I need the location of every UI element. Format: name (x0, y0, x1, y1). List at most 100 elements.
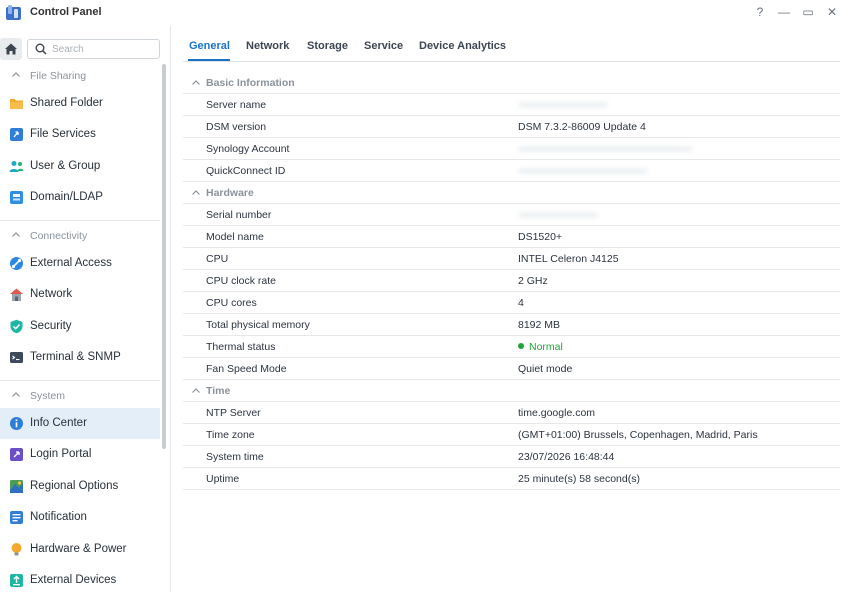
terminal-icon (10, 352, 23, 363)
table-row: CPU INTEL Celeron J4125 (183, 248, 840, 270)
search-box[interactable] (27, 39, 160, 59)
row-value: 23/07/2026 16:48:44 (518, 451, 615, 463)
domain-ldap-icon (10, 191, 23, 204)
table-row: System time 23/07/2026 16:48:44 (183, 446, 840, 468)
row-label: CPU cores (206, 297, 257, 309)
home-icon (5, 43, 17, 55)
sidebar-item-label: Shared Folder (30, 97, 103, 109)
search-input[interactable] (52, 42, 152, 56)
sidebar-item-label: Security (30, 320, 72, 332)
sidebar-item-label: External Devices (30, 574, 117, 586)
table-row: Time zone (GMT+01:00) Brussels, Copenhag… (183, 424, 840, 446)
row-value: 8192 MB (518, 319, 561, 331)
section-connectivity[interactable]: Connectivity (0, 226, 160, 246)
table-row: NTP Server time.google.com (183, 402, 840, 424)
chevron-up-icon (192, 190, 200, 195)
table-row: Total physical memory 8192 MB (183, 314, 840, 336)
row-label: System time (206, 451, 264, 463)
sidebar-item-terminal-snmp[interactable]: Terminal & SNMP (0, 342, 160, 373)
sidebar-item-label: External Access (30, 257, 112, 269)
row-value: 25 minute(s) 58 second(s) (518, 473, 640, 485)
title-bar: Control Panel ? — ▭ ✕ (0, 0, 850, 26)
table-row: Fan Speed Mode Quiet mode (183, 358, 840, 380)
user-group-icon (9, 161, 24, 172)
row-label: DSM version (206, 121, 267, 133)
close-icon[interactable]: ✕ (823, 4, 841, 20)
row-label: QuickConnect ID (206, 165, 286, 177)
chevron-up-icon (12, 392, 20, 397)
help-icon[interactable]: ? (751, 4, 769, 20)
row-label: Total physical memory (206, 319, 310, 331)
row-value: INTEL Celeron J4125 (518, 253, 619, 265)
section-file-sharing[interactable]: File Sharing (0, 66, 160, 86)
row-value: DSM 7.3.2-86009 Update 4 (518, 121, 646, 133)
chevron-up-icon (192, 80, 200, 85)
maximize-icon[interactable]: ▭ (799, 4, 817, 20)
status-dot-icon (518, 343, 524, 349)
sidebar-item-label: Regional Options (30, 480, 119, 492)
group-header-hardware[interactable]: Hardware (183, 182, 840, 204)
row-label: Server name (206, 99, 267, 111)
group-header-basic-information[interactable]: Basic Information (183, 72, 840, 94)
section-divider (0, 380, 160, 381)
redacted-value (518, 212, 598, 218)
sidebar-item-network[interactable]: Network (0, 279, 160, 310)
section-label: Connectivity (30, 230, 88, 242)
tab-device-analytics[interactable]: Device Analytics (419, 40, 506, 52)
tab-general[interactable]: General (189, 40, 230, 52)
sidebar-item-user-group[interactable]: User & Group (0, 151, 160, 182)
sidebar-item-shared-folder[interactable]: Shared Folder (0, 88, 160, 119)
group-header-time[interactable]: Time (183, 380, 840, 402)
sidebar-item-notification[interactable]: Notification (0, 502, 160, 533)
sidebar-item-label: User & Group (30, 160, 101, 172)
login-portal-icon (10, 448, 23, 461)
section-label: File Sharing (30, 70, 87, 82)
sidebar-item-file-services[interactable]: File Services (0, 119, 160, 150)
chevron-up-icon (12, 72, 20, 77)
sidebar-item-external-access[interactable]: External Access (0, 248, 160, 279)
chevron-up-icon (12, 232, 20, 237)
sidebar-item-label: File Services (30, 128, 96, 140)
redacted-value (518, 168, 648, 174)
sidebar-item-label: Network (30, 288, 73, 300)
window-title: Control Panel (30, 6, 102, 18)
tab-storage[interactable]: Storage (307, 40, 348, 52)
row-label: Fan Speed Mode (206, 363, 287, 375)
group-label: Basic Information (206, 77, 295, 89)
tab-network[interactable]: Network (246, 40, 289, 52)
tab-service[interactable]: Service (364, 40, 403, 52)
group-label: Hardware (206, 187, 254, 199)
table-row: Model name DS1520+ (183, 226, 840, 248)
external-access-icon (10, 257, 23, 270)
regional-options-icon (10, 480, 23, 493)
sidebar-item-info-center[interactable]: Info Center (0, 408, 160, 439)
sidebar-item-security[interactable]: Security (0, 311, 160, 342)
search-icon (35, 43, 47, 55)
hardware-power-icon (11, 543, 22, 556)
table-row: DSM version DSM 7.3.2-86009 Update 4 (183, 116, 840, 138)
sidebar-item-domain-ldap[interactable]: Domain/LDAP (0, 182, 160, 213)
sidebar-item-hardware-power[interactable]: Hardware & Power (0, 534, 160, 565)
sidebar-scrollbar[interactable] (162, 64, 166, 449)
table-row: Server name (183, 94, 840, 116)
home-button[interactable] (0, 38, 22, 60)
sidebar: File Sharing Shared Folder File Services… (0, 26, 171, 592)
table-row: CPU clock rate 2 GHz (183, 270, 840, 292)
section-system[interactable]: System (0, 386, 160, 406)
sidebar-item-label: Login Portal (30, 448, 92, 460)
info-table: Basic Information Server name DSM versio… (183, 72, 840, 490)
row-label: NTP Server (206, 407, 261, 419)
minimize-icon[interactable]: — (775, 4, 793, 20)
sidebar-item-regional-options[interactable]: Regional Options (0, 471, 160, 502)
table-row: Thermal status Normal (183, 336, 840, 358)
row-label: Uptime (206, 473, 240, 485)
sidebar-item-external-devices[interactable]: External Devices (0, 565, 160, 596)
sidebar-item-login-portal[interactable]: Login Portal (0, 439, 160, 470)
redacted-value (518, 146, 693, 152)
row-label: Serial number (206, 209, 272, 221)
row-value: Quiet mode (518, 363, 573, 375)
table-row: CPU cores 4 (183, 292, 840, 314)
redacted-value (518, 102, 608, 108)
sidebar-item-label: Domain/LDAP (30, 191, 103, 203)
row-value: 2 GHz (518, 275, 548, 287)
